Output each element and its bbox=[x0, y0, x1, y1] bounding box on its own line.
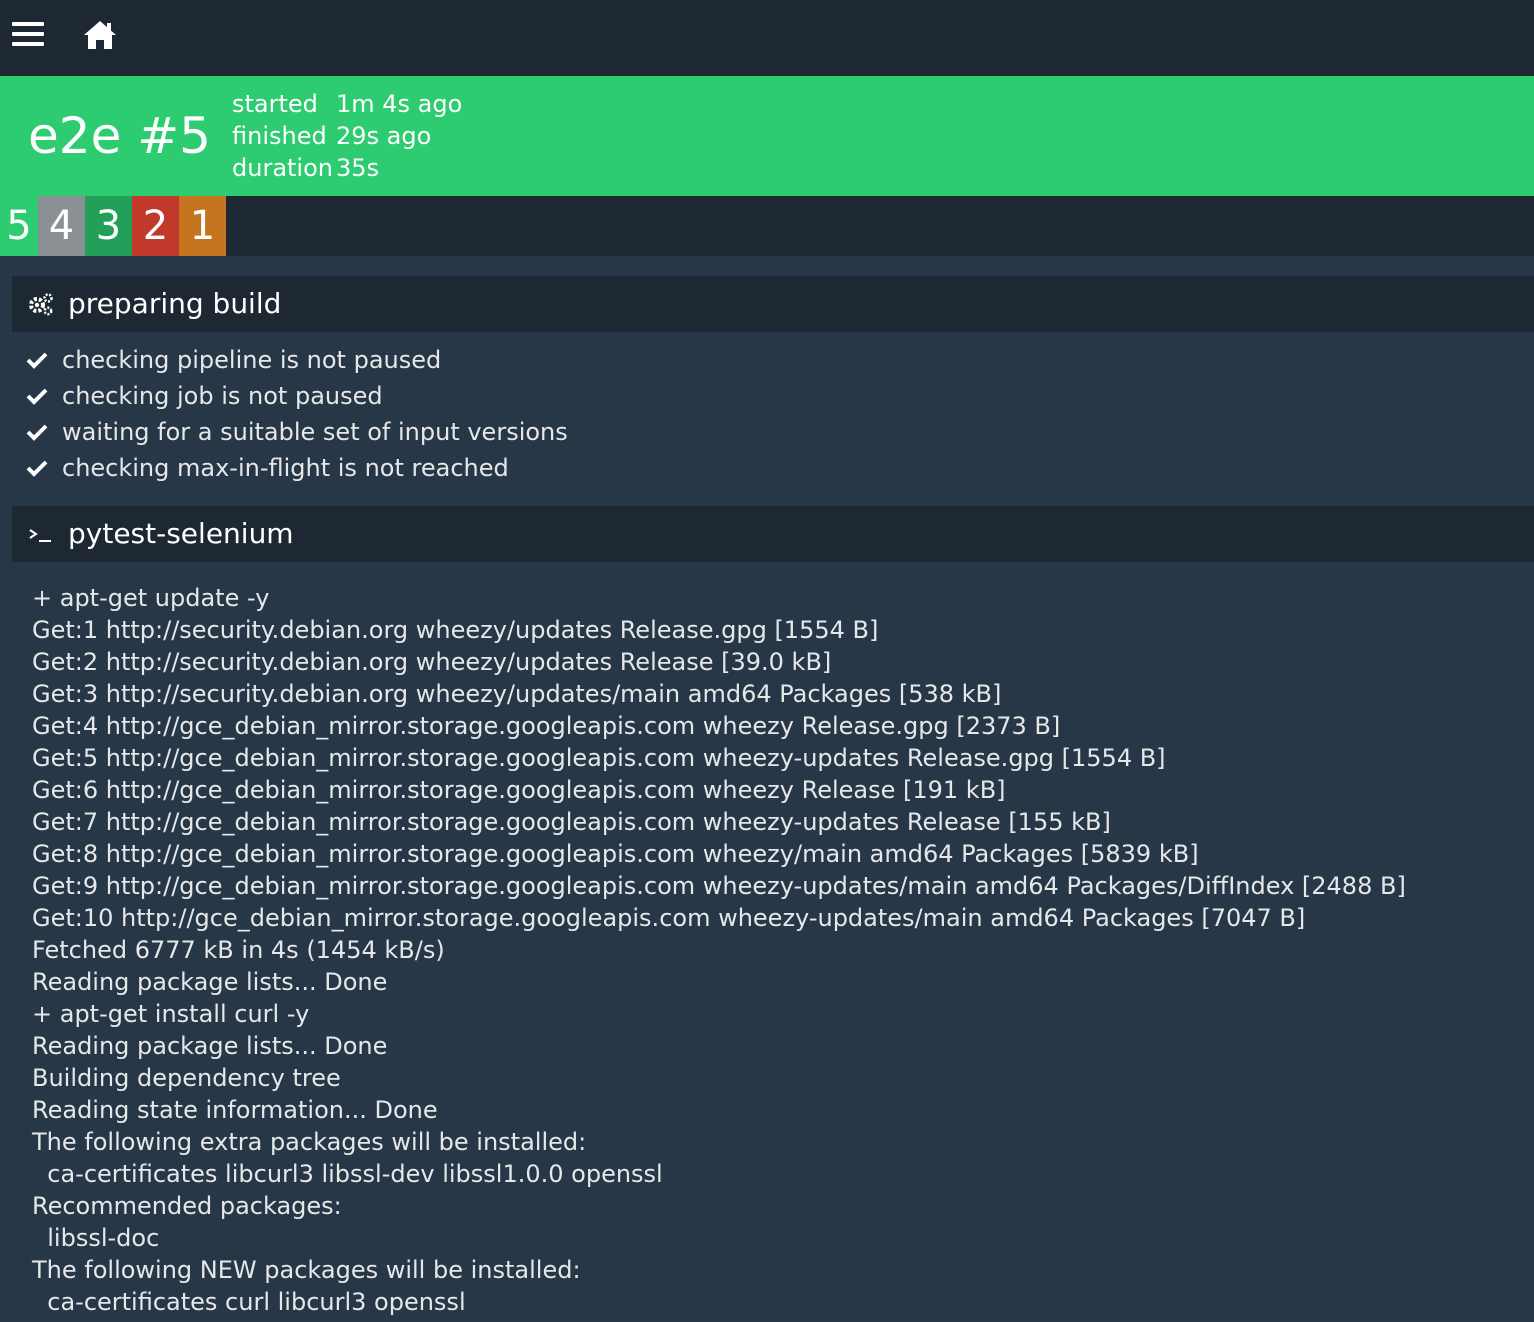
preparing-build-title: preparing build bbox=[68, 287, 282, 320]
check-icon bbox=[26, 424, 48, 441]
log-line: Get:8 http://gce_debian_mirror.storage.g… bbox=[32, 840, 1199, 868]
top-nav-bar bbox=[0, 0, 1534, 76]
log-line: + apt-get install curl -y bbox=[32, 1000, 310, 1028]
log-line: Reading package lists... Done bbox=[32, 1032, 388, 1060]
preparing-steps-list: checking pipeline is not paused checking… bbox=[26, 342, 568, 486]
finished-value: 29s ago bbox=[336, 122, 432, 150]
log-line: Get:7 http://gce_debian_mirror.storage.g… bbox=[32, 808, 1111, 836]
preparing-step: checking pipeline is not paused bbox=[26, 342, 568, 378]
time-row-finished: finished 29s ago bbox=[232, 120, 462, 152]
time-row-duration: duration 35s bbox=[232, 152, 462, 184]
build-times: started 1m 4s ago finished 29s ago durat… bbox=[232, 88, 462, 184]
log-line: Get:4 http://gce_debian_mirror.storage.g… bbox=[32, 712, 1061, 740]
home-icon[interactable] bbox=[82, 18, 118, 52]
log-line: Get:9 http://gce_debian_mirror.storage.g… bbox=[32, 872, 1406, 900]
log-line: + apt-get update -y bbox=[32, 584, 270, 612]
step-label: waiting for a suitable set of input vers… bbox=[62, 418, 568, 446]
preparing-build-header[interactable]: preparing build bbox=[12, 276, 1534, 332]
terminal-icon bbox=[29, 529, 51, 542]
log-line: ca-certificates libcurl3 libssl-dev libs… bbox=[32, 1160, 663, 1188]
preparing-step: checking job is not paused bbox=[26, 378, 568, 414]
finished-label: finished bbox=[232, 122, 327, 150]
step-label: checking job is not paused bbox=[62, 382, 383, 410]
log-line: Recommended packages: bbox=[32, 1192, 342, 1220]
time-row-started: started 1m 4s ago bbox=[232, 88, 462, 120]
log-line: Get:6 http://gce_debian_mirror.storage.g… bbox=[32, 776, 1006, 804]
started-value: 1m 4s ago bbox=[336, 90, 463, 118]
gears-icon bbox=[29, 293, 53, 316]
log-line: The following extra packages will be ins… bbox=[32, 1128, 587, 1156]
preparing-step: checking max-in-flight is not reached bbox=[26, 450, 568, 486]
task-title: pytest-selenium bbox=[68, 517, 294, 550]
build-title: e2e #5 bbox=[28, 107, 211, 165]
started-label: started bbox=[232, 90, 318, 118]
build-tab-1[interactable]: 1 bbox=[179, 196, 226, 256]
check-icon bbox=[26, 460, 48, 477]
step-label: checking pipeline is not paused bbox=[62, 346, 442, 374]
build-tabs: 5 4 3 2 1 bbox=[0, 196, 1534, 256]
log-line: Get:1 http://security.debian.org wheezy/… bbox=[32, 616, 879, 644]
log-line: Get:10 http://gce_debian_mirror.storage.… bbox=[32, 904, 1306, 932]
build-tab-2[interactable]: 2 bbox=[132, 196, 179, 256]
build-tab-4[interactable]: 4 bbox=[38, 196, 85, 256]
log-line: Get:5 http://gce_debian_mirror.storage.g… bbox=[32, 744, 1166, 772]
build-header: e2e #5 started 1m 4s ago finished 29s ag… bbox=[0, 76, 1534, 196]
check-icon bbox=[26, 352, 48, 369]
build-tab-5[interactable]: 5 bbox=[0, 196, 38, 256]
task-header-pytest-selenium[interactable]: pytest-selenium bbox=[12, 506, 1534, 562]
log-line: Fetched 6777 kB in 4s (1454 kB/s) bbox=[32, 936, 445, 964]
hamburger-menu-icon[interactable] bbox=[12, 22, 44, 50]
log-line: Building dependency tree bbox=[32, 1064, 341, 1092]
preparing-step: waiting for a suitable set of input vers… bbox=[26, 414, 568, 450]
log-line: ca-certificates curl libcurl3 openssl bbox=[32, 1288, 466, 1316]
log-line: Get:2 http://security.debian.org wheezy/… bbox=[32, 648, 832, 676]
build-log-output: + apt-get update -y Get:1 http://security… bbox=[32, 582, 1512, 1318]
duration-label: duration bbox=[232, 154, 333, 182]
log-line: Reading package lists... Done bbox=[32, 968, 388, 996]
log-line: libssl-doc bbox=[32, 1224, 160, 1252]
build-tab-3[interactable]: 3 bbox=[85, 196, 132, 256]
log-line: The following NEW packages will be insta… bbox=[32, 1256, 581, 1284]
duration-value: 35s bbox=[336, 154, 380, 182]
log-line: Reading state information... Done bbox=[32, 1096, 438, 1124]
log-line: Get:3 http://security.debian.org wheezy/… bbox=[32, 680, 1002, 708]
check-icon bbox=[26, 388, 48, 405]
step-label: checking max-in-flight is not reached bbox=[62, 454, 509, 482]
